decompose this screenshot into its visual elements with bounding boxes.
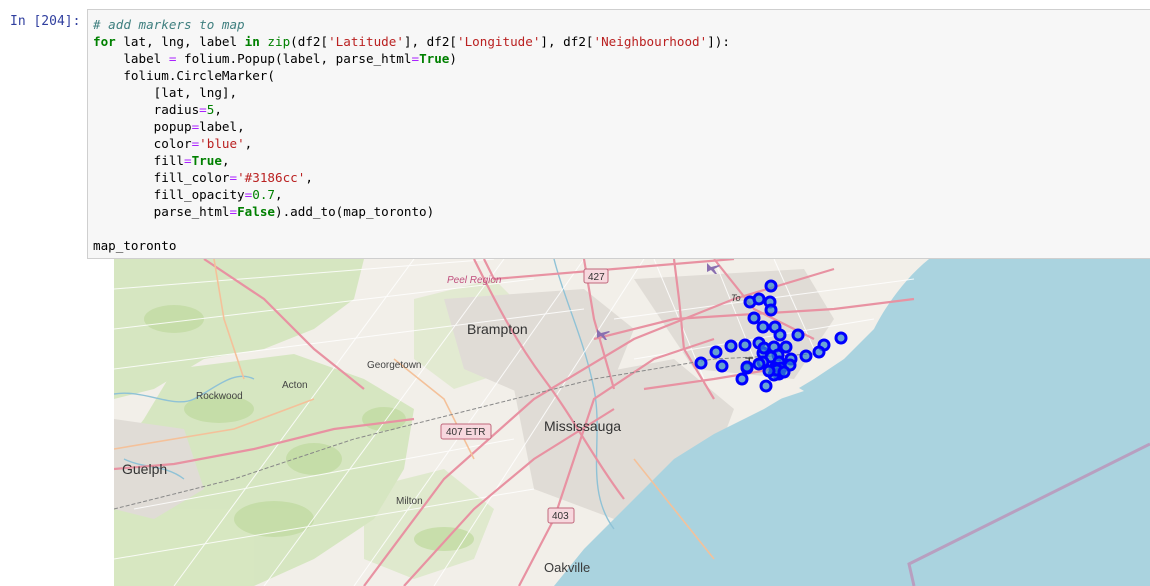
neighbourhood-marker[interactable] (724, 339, 738, 353)
neighbourhood-marker[interactable] (740, 360, 754, 374)
map-canvas[interactable]: Peel Region Brampton Georgetown Acton Ro… (114, 259, 1150, 586)
code-comment: # add markers to map (93, 17, 245, 32)
neighbourhood-marker[interactable] (752, 357, 766, 371)
neighbourhood-marker[interactable] (764, 303, 778, 317)
label-guelph: Guelph (122, 461, 167, 477)
label-peel-region: Peel Region (447, 275, 502, 286)
neighbourhood-marker[interactable] (759, 379, 773, 393)
neighbourhood-marker[interactable] (738, 338, 752, 352)
svg-text:407 ETR: 407 ETR (446, 427, 485, 438)
neighbourhood-marker[interactable] (735, 372, 749, 386)
neighbourhood-marker[interactable] (752, 292, 766, 306)
label-brampton: Brampton (467, 321, 528, 337)
neighbourhood-marker[interactable] (694, 356, 708, 370)
neighbourhood-marker[interactable] (715, 359, 729, 373)
neighbourhood-marker[interactable] (764, 279, 778, 293)
neighbourhood-marker[interactable] (747, 311, 761, 325)
output-variable: map_toronto (93, 238, 177, 253)
code-cell-input[interactable]: # add markers to map for lat, lng, label… (87, 9, 1150, 259)
neighbourhood-marker[interactable] (773, 328, 787, 342)
neighbourhood-marker[interactable] (757, 341, 771, 355)
label-georgetown: Georgetown (367, 360, 421, 371)
label-oakville: Oakville (544, 560, 590, 575)
label-rockwood: Rockwood (196, 391, 243, 402)
label-milton: Milton (396, 496, 423, 507)
neighbourhood-marker[interactable] (709, 345, 723, 359)
highway-427-shield: 427 (583, 268, 609, 284)
cell-prompt: In [204]: (10, 14, 81, 29)
neighbourhood-marker[interactable] (777, 365, 791, 379)
code-editor[interactable]: # add markers to map for lat, lng, label… (88, 10, 1150, 254)
label-toronto-region: To (731, 293, 741, 303)
neighbourhood-marker[interactable] (762, 364, 776, 378)
svg-text:403: 403 (552, 511, 569, 522)
neighbourhood-marker[interactable] (834, 331, 848, 345)
svg-text:427: 427 (588, 272, 605, 283)
highway-403-shield: 403 (547, 507, 575, 524)
label-mississauga: Mississauga (544, 418, 621, 434)
highway-407-shield: 407 ETR (440, 423, 492, 440)
neighbourhood-marker[interactable] (791, 328, 805, 342)
neighbourhood-marker[interactable] (812, 345, 826, 359)
label-acton: Acton (282, 380, 308, 391)
neighbourhood-marker[interactable] (756, 320, 770, 334)
neighbourhood-marker[interactable] (799, 349, 813, 363)
folium-map[interactable]: Peel Region Brampton Georgetown Acton Ro… (114, 259, 1150, 586)
